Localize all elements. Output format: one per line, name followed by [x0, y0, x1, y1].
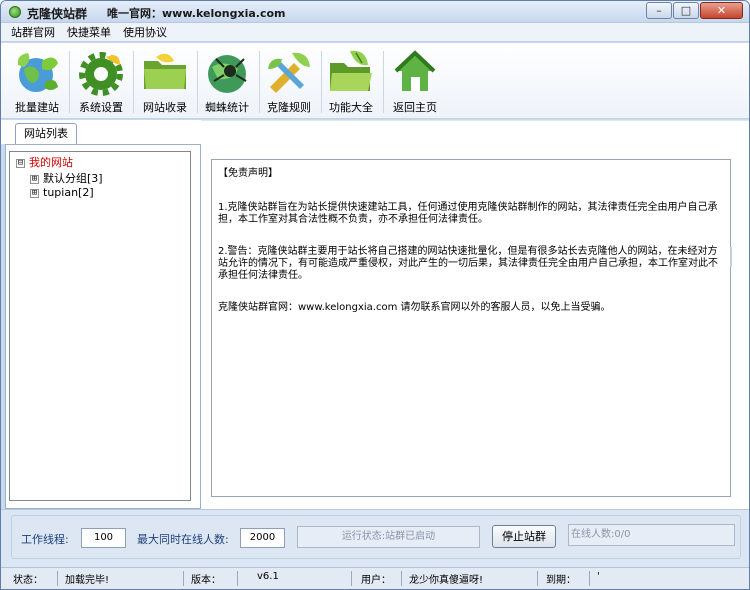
return-home-button[interactable]: 返回主页 [387, 47, 443, 115]
left-tab-strip: 网站列表 [1, 120, 201, 145]
minimize-button[interactable]: – [646, 2, 672, 19]
tab-site-list[interactable]: 网站列表 [15, 123, 77, 145]
folder-icon [140, 47, 190, 97]
batch-build-button[interactable]: 批量建站 [9, 47, 65, 115]
home-icon [390, 47, 440, 97]
toolbar-divider [197, 51, 198, 113]
window-title: 克隆侠站群 [27, 7, 88, 21]
tree-item-label: 默认分组[3] [43, 172, 103, 185]
expire-label: 到期： [546, 575, 576, 586]
clone-rules-button[interactable]: 克隆规则 [261, 47, 317, 115]
status-value: 加载完毕! [65, 575, 110, 586]
statusbar-divider [57, 571, 58, 586]
expand-icon[interactable]: ⊞ [30, 188, 39, 198]
statusbar-divider [237, 571, 238, 586]
gear-icon [76, 47, 126, 97]
expand-icon[interactable]: ⊞ [30, 174, 39, 184]
disclaimer-title: 【免责声明】 [218, 168, 278, 179]
menu-site-official[interactable]: 站群官网 [11, 24, 55, 40]
statusbar-divider [401, 571, 402, 586]
tree-root-my-sites[interactable]: ⊟ 我的网站 [16, 154, 73, 170]
toolbar-divider [69, 51, 70, 113]
user-value: 龙少你真傻逼呀! [409, 575, 484, 586]
system-settings-button[interactable]: 系统设置 [73, 47, 129, 115]
toolbar-divider [383, 51, 384, 113]
disclaimer-textbox[interactable]: 【免责声明】 1.克隆侠站群旨在为站长提供快速建站工具，任何通过使用克隆侠站群制… [211, 159, 731, 497]
expire-value: ' [597, 571, 600, 582]
app-logo-icon [9, 6, 21, 18]
toolbar-divider [321, 51, 322, 113]
close-icon: ✕ [716, 4, 727, 17]
return-home-label: 返回主页 [393, 101, 437, 114]
tools-icon [264, 47, 314, 97]
status-label: 状态： [13, 575, 43, 586]
maximize-icon: □ [680, 4, 692, 17]
disclaimer-paragraph-2: 2.警告：克隆侠站群主要用于站长将自己搭建的网站快速批量化，但是有很多站长去克隆… [218, 246, 718, 281]
window-controls: – □ ✕ [645, 2, 743, 19]
version-value: v6.1 [257, 571, 279, 582]
spider-stats-label: 蜘蛛统计 [205, 101, 249, 114]
toolbar: 批量建站 系统设置 网站收录 蜘蛛统计 克隆规则 功能大全 返回主页 [1, 43, 749, 119]
statusbar-divider [351, 571, 352, 586]
all-features-button[interactable]: 功能大全 [323, 47, 379, 115]
clone-rules-label: 克隆规则 [267, 101, 311, 114]
statusbar-divider [537, 571, 538, 586]
user-label: 用户： [361, 575, 391, 586]
close-button[interactable]: ✕ [700, 2, 743, 19]
menu-agreement[interactable]: 使用协议 [123, 24, 167, 40]
disclaimer-paragraph-1: 1.克隆侠站群旨在为站长提供快速建站工具，任何通过使用克隆侠站群制作的网站，其法… [218, 202, 718, 225]
spider-globe-icon [202, 47, 252, 97]
tree-item-label: tupian[2] [43, 186, 94, 199]
all-features-label: 功能大全 [329, 101, 373, 114]
threads-label: 工作线程: [21, 533, 69, 546]
status-bar: 状态： 加载完毕! 版本： v6.1 用户： 龙少你真傻逼呀! 到期： ' [1, 567, 749, 589]
menu-bar: 站群官网 快捷菜单 使用协议 [1, 23, 749, 42]
online-count-box: 在线人数:0/0 [568, 524, 735, 546]
menu-quick[interactable]: 快捷菜单 [67, 24, 111, 40]
folder-leaf-icon [326, 47, 376, 97]
stop-sites-button[interactable]: 停止站群 [492, 525, 556, 548]
statusbar-divider [589, 571, 590, 586]
run-status-box: 运行状态:站群已启动 [297, 526, 480, 548]
tree-item-tupian[interactable]: ⊞ tupian[2] [30, 186, 94, 199]
toolbar-divider [259, 51, 260, 113]
threads-input[interactable]: 100 [81, 528, 126, 548]
site-index-button[interactable]: 网站收录 [137, 47, 193, 115]
site-tree: ⊟ 我的网站 ⊞ 默认分组[3] ⊞ tupian[2] [9, 151, 191, 501]
spider-stats-button[interactable]: 蜘蛛统计 [199, 47, 255, 115]
statusbar-divider [183, 571, 184, 586]
title-bar[interactable]: 克隆侠站群 唯一官网：www.kelongxia.com – □ ✕ [1, 1, 749, 23]
tree-root-label: 我的网站 [29, 156, 73, 169]
maximize-button[interactable]: □ [673, 2, 699, 19]
toolbar-divider [133, 51, 134, 113]
batch-build-label: 批量建站 [15, 101, 59, 114]
disclaimer-paragraph-3: 克隆侠站群官网：www.kelongxia.com 请勿联系官网以外的客服人员，… [218, 302, 611, 313]
minimize-icon: – [656, 4, 662, 17]
scrollbar-thumb[interactable] [730, 247, 732, 267]
max-online-input[interactable]: 2000 [240, 528, 285, 548]
tree-item-default-group[interactable]: ⊞ 默认分组[3] [30, 170, 103, 186]
app-window: 克隆侠站群 唯一官网：www.kelongxia.com – □ ✕ 站群官网 … [0, 0, 750, 590]
max-online-label: 最大同时在线人数: [137, 533, 229, 546]
globe-leaf-icon [12, 47, 62, 97]
collapse-icon[interactable]: ⊟ [16, 158, 25, 168]
system-settings-label: 系统设置 [79, 101, 123, 114]
site-index-label: 网站收录 [143, 101, 187, 114]
window-subtitle: 唯一官网：www.kelongxia.com [107, 7, 286, 20]
version-label: 版本： [191, 575, 221, 586]
